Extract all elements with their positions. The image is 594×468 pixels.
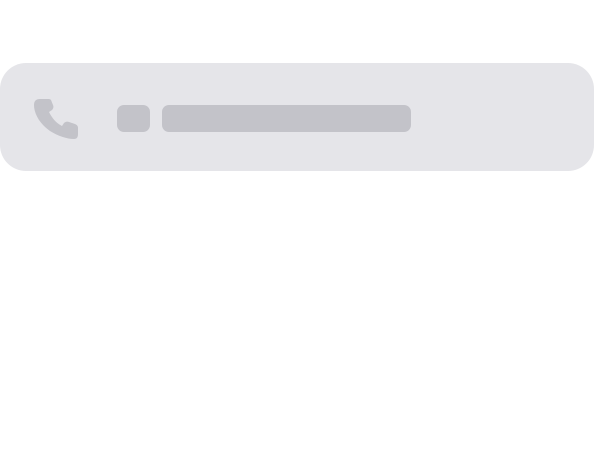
phone-number-placeholder [162,105,411,132]
phone-icon [30,95,82,141]
country-code-placeholder [117,105,150,132]
country-code-text [117,105,118,106]
phone-number-text [162,105,163,106]
phone-number-card[interactable] [0,63,594,171]
